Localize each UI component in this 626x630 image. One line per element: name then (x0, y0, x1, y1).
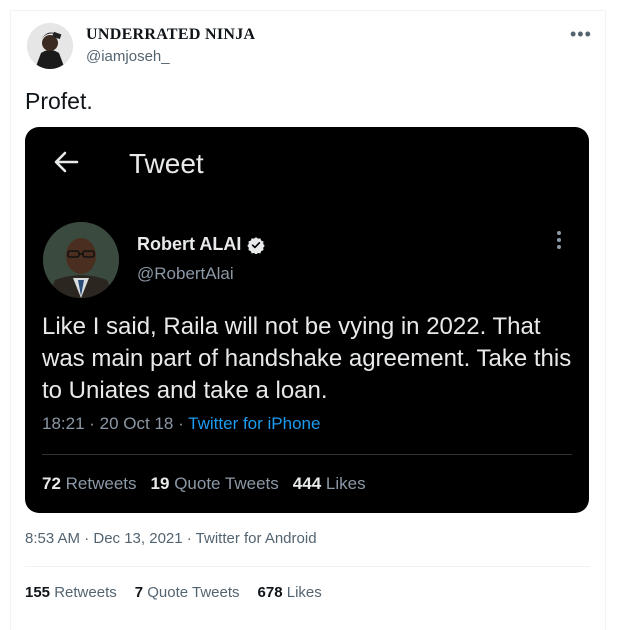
embedded-time: 18:21 · 20 Oct 18 · (42, 414, 189, 433)
embedded-stats: 72 Retweets 19 Quote Tweets 444 Likes (42, 474, 366, 494)
embedded-timestamp: 18:21 · 20 Oct 18 · Twitter for iPhone (42, 414, 320, 434)
likes-stat[interactable]: 678 Likes (258, 584, 322, 601)
embedded-author-handle[interactable]: @RobertAlai (137, 264, 234, 284)
label: Likes (325, 474, 366, 493)
embedded-author-name-row[interactable]: Robert ALAI (137, 234, 266, 255)
count: 19 (150, 474, 170, 493)
embedded-tweet-screenshot[interactable]: Tweet Robert ALAI @RobertAlai Like I sai… (25, 127, 589, 513)
label: Quote Tweets (174, 474, 279, 493)
count: 678 (257, 584, 283, 601)
embedded-author-name[interactable]: Robert ALAI (137, 234, 241, 255)
embedded-avatar-image (43, 222, 119, 298)
label: Likes (286, 584, 322, 601)
quotes-stat[interactable]: 7 Quote Tweets (135, 584, 240, 601)
embedded-retweets-stat[interactable]: 72 Retweets (42, 474, 137, 494)
count: 72 (42, 474, 61, 493)
embedded-quotes-stat[interactable]: 19 Quote Tweets (151, 474, 279, 494)
count: 7 (134, 584, 144, 601)
tweet-timestamp[interactable]: 8:53 AM · Dec 13, 2021 · Twitter for And… (25, 530, 317, 547)
author-handle[interactable]: @iamjoseh_ (86, 48, 170, 65)
divider (42, 454, 572, 455)
embedded-header-title: Tweet (129, 148, 204, 179)
embedded-author-avatar[interactable] (43, 222, 119, 298)
author-avatar[interactable] (27, 23, 73, 69)
avatar-image (27, 23, 73, 69)
more-vertical-icon[interactable] (555, 231, 563, 253)
label: Retweets (65, 474, 137, 493)
tweet-stats: 155 Retweets 7 Quote Tweets 678 Likes (25, 584, 322, 601)
tweet-text: Profet. (25, 88, 93, 114)
embedded-likes-stat[interactable]: 444 Likes (293, 474, 366, 494)
more-horizontal-icon[interactable]: ••• (570, 24, 592, 45)
label: Quote Tweets (147, 584, 240, 601)
retweets-stat[interactable]: 155 Retweets (25, 584, 117, 601)
count: 444 (292, 474, 322, 493)
count: 155 (25, 584, 51, 601)
label: Retweets (54, 584, 117, 601)
embedded-source-link[interactable]: Twitter for iPhone (188, 414, 320, 433)
author-name[interactable]: UNDERRATED NINJA (86, 26, 255, 44)
verified-badge-icon (247, 236, 266, 254)
embedded-tweet-text: Like I said, Raila will not be vying in … (42, 313, 572, 404)
arrow-left-icon[interactable] (53, 149, 79, 175)
divider (25, 566, 590, 567)
